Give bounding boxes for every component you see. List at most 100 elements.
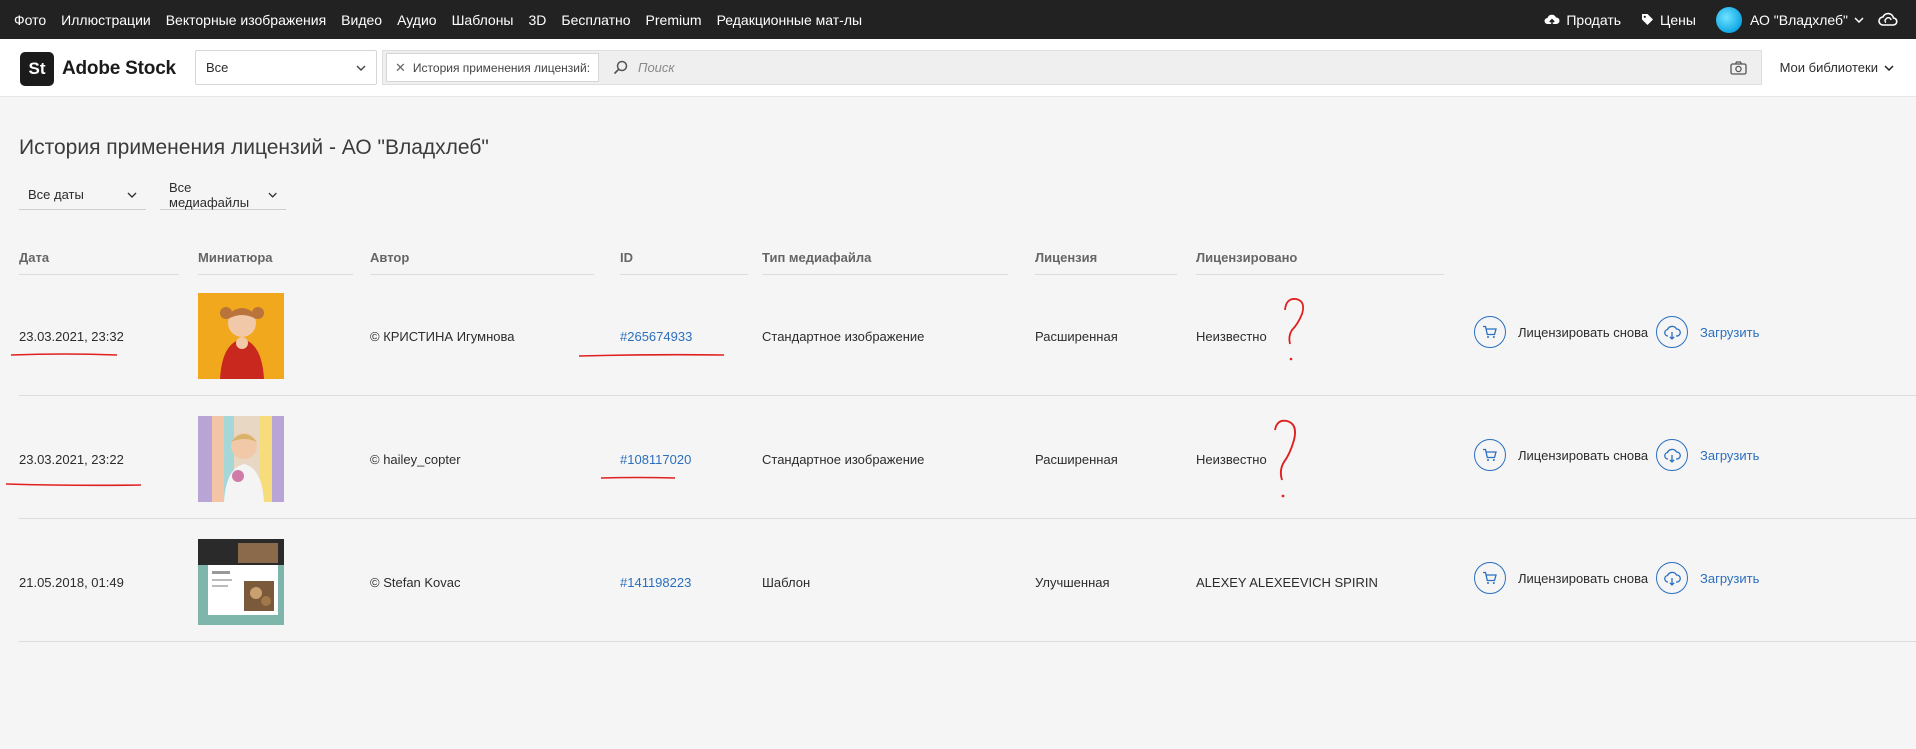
- top-nav-right: Продать Цены АО "Владхлеб": [1544, 0, 1916, 39]
- column-header-licensed-by: Лицензировано: [1196, 250, 1444, 275]
- thumbnail-girl-yellow: [198, 293, 284, 379]
- my-libraries-dropdown[interactable]: Мои библиотеки: [1780, 60, 1894, 75]
- download-cloud-icon: [1656, 562, 1688, 594]
- adobe-stock-logo[interactable]: St Adobe Stock: [20, 52, 176, 86]
- creative-cloud-button[interactable]: [1878, 12, 1904, 28]
- prices-link[interactable]: Цены: [1641, 12, 1696, 28]
- relicense-label: Лицензировать снова: [1518, 447, 1649, 463]
- column-header-thumbnail: Миниатюра: [198, 250, 353, 275]
- tag-icon: [1642, 14, 1654, 25]
- search-icon: [613, 60, 628, 75]
- download-label: Загрузить: [1700, 570, 1760, 586]
- cart-icon: [1474, 439, 1506, 471]
- search-input[interactable]: [638, 60, 1239, 75]
- thumbnail-image[interactable]: [198, 293, 284, 379]
- nav-link-templates[interactable]: Шаблоны: [452, 12, 514, 28]
- chip-label: История применения лицензий:: [412, 60, 591, 75]
- download-cloud-icon: [1656, 439, 1688, 471]
- creative-cloud-icon: [1878, 12, 1898, 26]
- nav-link-editorial[interactable]: Редакционные мат-лы: [717, 12, 863, 28]
- nav-link-premium[interactable]: Premium: [646, 12, 702, 28]
- chevron-down-icon: [268, 192, 277, 198]
- table-row: 23.03.2021, 23:32 © КРИСТИНА Игумнова #2…: [19, 273, 1916, 396]
- relicense-button[interactable]: Лицензировать снова: [1474, 316, 1648, 348]
- scope-value: Все: [206, 60, 229, 75]
- libraries-label: Мои библиотеки: [1779, 60, 1878, 75]
- cart-icon: [1474, 562, 1506, 594]
- media-filter-label: Все медиафайлы: [169, 179, 250, 210]
- download-label: Загрузить: [1700, 447, 1760, 463]
- column-header-license: Лицензия: [1035, 250, 1177, 275]
- relicense-label: Лицензировать снова: [1518, 324, 1649, 340]
- chevron-down-icon: [1884, 64, 1894, 71]
- table-row: 21.05.2018, 01:49 © Stefan Kovac #141198…: [19, 519, 1916, 642]
- nav-link-photo[interactable]: Фото: [14, 12, 46, 28]
- table-row: 23.03.2021, 23:22 © hailey_copter #10811…: [19, 396, 1916, 519]
- row-media-type: Стандартное изображение: [762, 452, 925, 467]
- date-filter-label: Все даты: [28, 187, 84, 202]
- row-author: © hailey_copter: [370, 452, 461, 467]
- row-media-type: Стандартное изображение: [762, 329, 925, 344]
- search-field: [599, 51, 1761, 84]
- column-header-media-type: Тип медиафайла: [762, 250, 1008, 275]
- row-id-link[interactable]: #108117020: [620, 452, 691, 467]
- column-header-date: Дата: [19, 250, 179, 275]
- nav-link-video[interactable]: Видео: [341, 12, 382, 28]
- row-author: © КРИСТИНА Игумнова: [370, 329, 515, 344]
- column-header-id: ID: [620, 250, 748, 275]
- row-date: 23.03.2021, 23:22: [19, 452, 124, 467]
- page-title: История применения лицензий - АО "Владхл…: [19, 136, 489, 159]
- row-licensed-by: Неизвестно: [1196, 452, 1267, 467]
- row-media-type: Шаблон: [762, 575, 811, 590]
- row-author: © Stefan Kovac: [370, 575, 461, 590]
- row-license: Улучшенная: [1035, 575, 1110, 590]
- thumbnail-boy-colorful: [198, 416, 284, 502]
- camera-icon[interactable]: [1730, 61, 1747, 75]
- thumbnail-image[interactable]: [198, 416, 284, 502]
- account-name: АО "Владхлеб": [1749, 11, 1848, 28]
- nav-link-audio[interactable]: Аудио: [397, 12, 437, 28]
- download-button[interactable]: Загрузить: [1656, 316, 1759, 348]
- logo-badge: St: [20, 52, 54, 86]
- download-cloud-icon: [1656, 316, 1688, 348]
- logo-text: Adobe Stock: [62, 58, 176, 79]
- sell-label: Продать: [1566, 11, 1622, 28]
- search-bar: ✕ История применения лицензий:: [382, 50, 1762, 85]
- top-nav: Фото Иллюстрации Векторные изображения В…: [0, 0, 1916, 39]
- cloud-upload-icon: [1544, 14, 1560, 26]
- download-button[interactable]: Загрузить: [1656, 439, 1759, 471]
- relicense-label: Лицензировать снова: [1518, 570, 1649, 586]
- category-links: Фото Иллюстрации Векторные изображения В…: [0, 12, 877, 28]
- row-licensed-by: Неизвестно: [1196, 329, 1267, 344]
- prices-label: Цены: [1660, 11, 1696, 28]
- relicense-button[interactable]: Лицензировать снова: [1474, 439, 1648, 471]
- nav-link-vectors[interactable]: Векторные изображения: [166, 12, 326, 28]
- column-header-author: Автор: [370, 250, 594, 275]
- download-button[interactable]: Загрузить: [1656, 562, 1759, 594]
- search-filter-chip: ✕ История применения лицензий:: [386, 53, 600, 82]
- sell-link[interactable]: Продать: [1544, 12, 1621, 28]
- scope-dropdown[interactable]: Все: [195, 50, 377, 85]
- row-id-link[interactable]: #141198223: [620, 575, 691, 590]
- search-header: St Adobe Stock Все ✕ История применения …: [0, 39, 1916, 97]
- row-date: 23.03.2021, 23:32: [19, 329, 124, 344]
- row-license: Расширенная: [1035, 329, 1118, 344]
- nav-link-illustrations[interactable]: Иллюстрации: [61, 12, 151, 28]
- date-filter-dropdown[interactable]: Все даты: [19, 180, 146, 210]
- download-label: Загрузить: [1700, 324, 1760, 340]
- row-date: 21.05.2018, 01:49: [19, 575, 124, 590]
- nav-link-free[interactable]: Бесплатно: [561, 12, 630, 28]
- thumbnail-template: [198, 539, 284, 625]
- row-licensed-by: ALEXEY ALEXEEVICH SPIRIN: [1196, 575, 1378, 590]
- chevron-down-icon: [356, 65, 366, 71]
- thumbnail-image[interactable]: [198, 539, 284, 625]
- media-filter-dropdown[interactable]: Все медиафайлы: [160, 180, 286, 210]
- cart-icon: [1474, 316, 1506, 348]
- account-menu[interactable]: АО "Владхлеб": [1715, 6, 1864, 33]
- row-id-link[interactable]: #265674933: [620, 329, 692, 344]
- chevron-down-icon: [127, 192, 137, 198]
- nav-link-3d[interactable]: 3D: [529, 12, 547, 28]
- chevron-down-icon: [1854, 16, 1864, 23]
- relicense-button[interactable]: Лицензировать снова: [1474, 562, 1648, 594]
- close-icon[interactable]: ✕: [395, 60, 406, 76]
